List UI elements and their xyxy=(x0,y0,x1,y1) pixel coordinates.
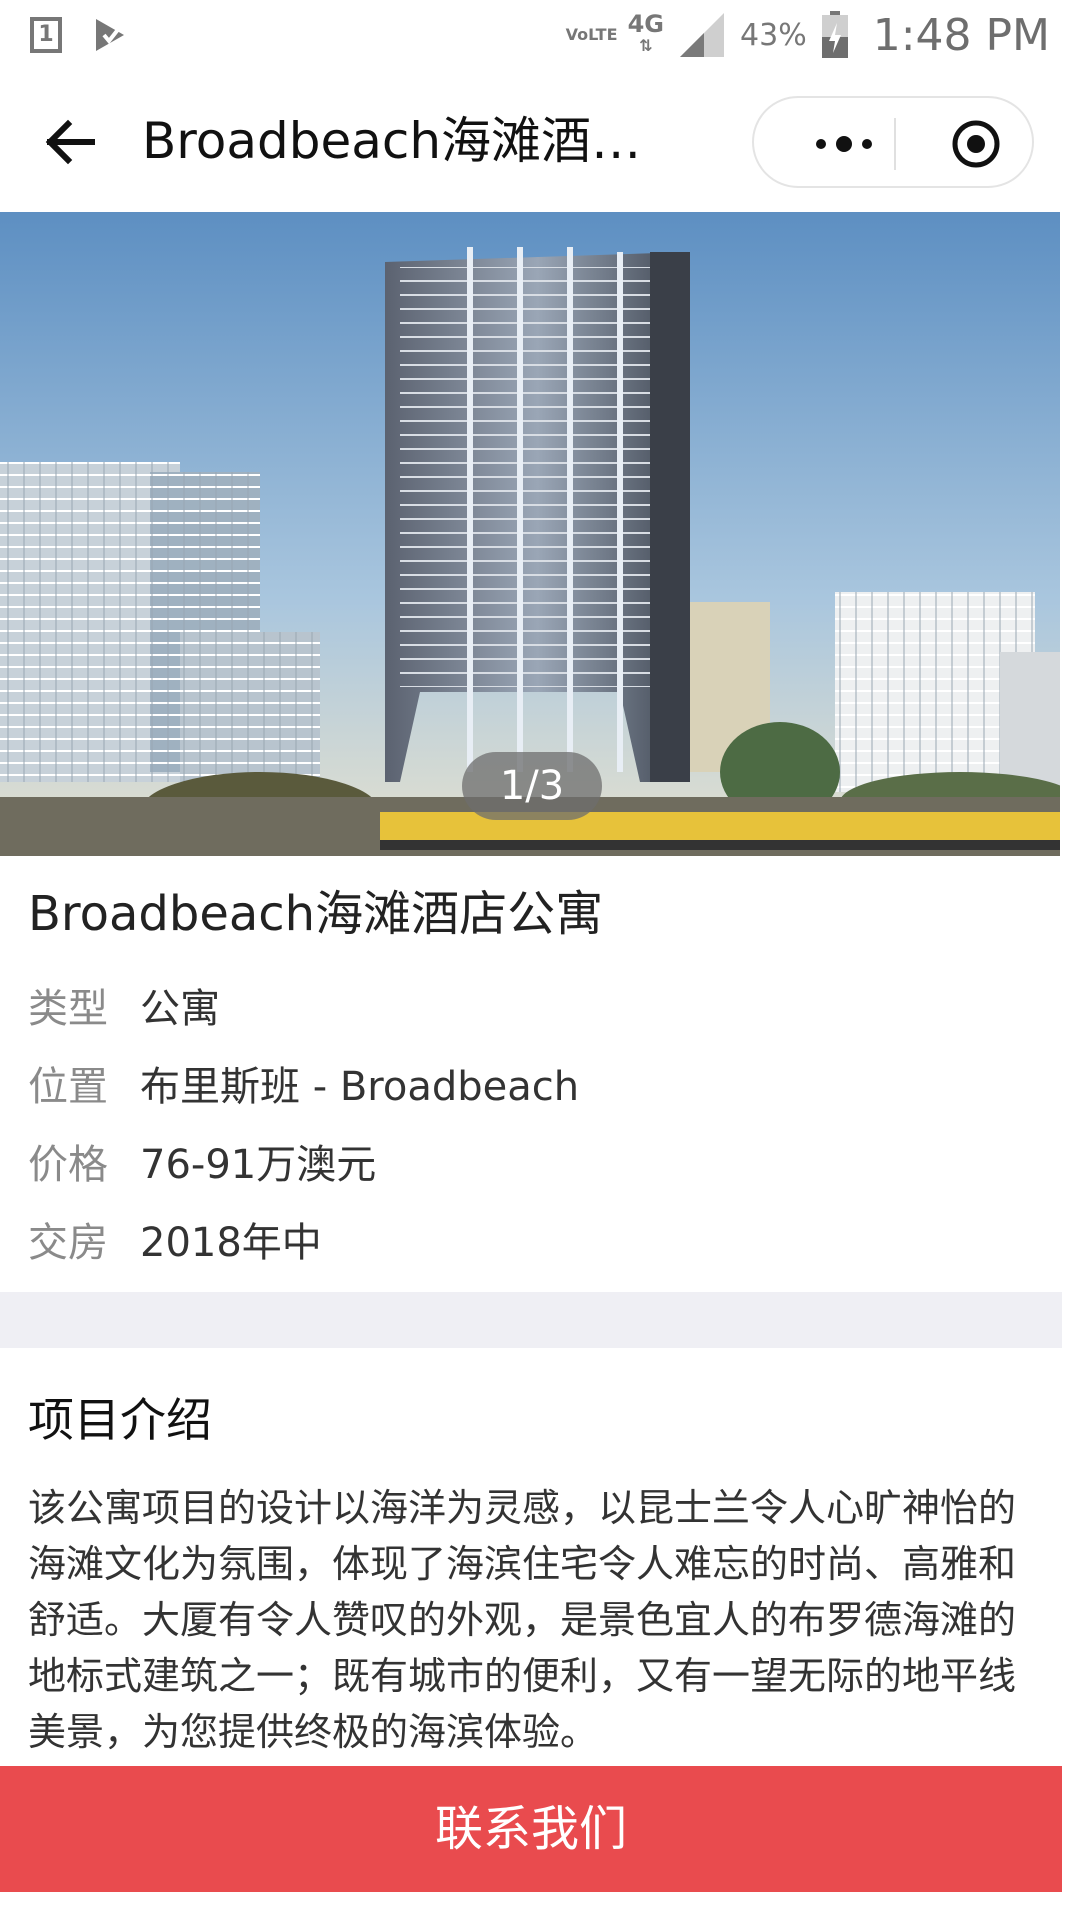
clock: 1:48 PM xyxy=(872,9,1050,61)
signal-icon xyxy=(680,13,725,57)
notification-check-icon xyxy=(96,19,124,51)
detail-row-type: 类型 公寓 xyxy=(28,976,220,1034)
detail-label: 交房 xyxy=(28,1220,108,1266)
property-name: Broadbeach海滩酒店公寓 xyxy=(28,886,604,942)
back-button[interactable] xyxy=(40,112,100,172)
more-dots-icon xyxy=(816,139,826,149)
intro-text: 该公寓项目的设计以海洋为灵感，以昆士兰令人心旷神怡的海滩文化为氛围，体现了海滨住… xyxy=(28,1486,1017,1754)
section-divider xyxy=(0,1292,1062,1348)
detail-row-location: 位置 布里斯班 - Broadbeach xyxy=(28,1054,579,1112)
status-bar: 1 VoLTE 4G ⇅ 43% 1:48 PM xyxy=(0,0,1080,70)
volte-indicator: VoLTE xyxy=(565,25,618,44)
detail-row-price: 价格 76-91万澳元 xyxy=(28,1132,376,1190)
target-close-icon xyxy=(952,120,1000,168)
detail-label: 价格 xyxy=(28,1142,108,1188)
more-button[interactable] xyxy=(794,122,894,166)
more-dots-icon-right xyxy=(862,139,872,149)
detail-value: 布里斯班 - Broadbeach xyxy=(140,1064,580,1110)
contact-us-button[interactable]: 联系我们 xyxy=(0,1766,1062,1892)
detail-label: 类型 xyxy=(28,986,108,1032)
close-mini-program-button[interactable] xyxy=(950,118,1002,170)
battery-icon xyxy=(821,11,848,58)
navigation-bar: Broadbeach海滩酒店… xyxy=(0,70,1080,212)
page-title: Broadbeach海滩酒店… xyxy=(142,112,682,170)
more-dots-icon-center xyxy=(836,136,852,152)
detail-row-delivery: 交房 2018年中 xyxy=(28,1210,322,1268)
detail-value: 2018年中 xyxy=(140,1220,322,1266)
intro-heading: 项目介绍 xyxy=(28,1393,212,1447)
network-indicator: 4G ⇅ xyxy=(627,10,665,55)
detail-label: 位置 xyxy=(28,1064,108,1110)
capsule-divider xyxy=(894,118,896,170)
carousel-indicator: 1/3 xyxy=(462,752,602,820)
detail-value: 76-91万澳元 xyxy=(140,1142,377,1188)
mini-program-capsule xyxy=(752,96,1034,188)
battery-percent: 43% xyxy=(740,17,807,53)
arrow-left-icon xyxy=(45,119,95,165)
sim-card-icon: 1 xyxy=(30,17,62,53)
detail-value: 公寓 xyxy=(140,986,220,1032)
